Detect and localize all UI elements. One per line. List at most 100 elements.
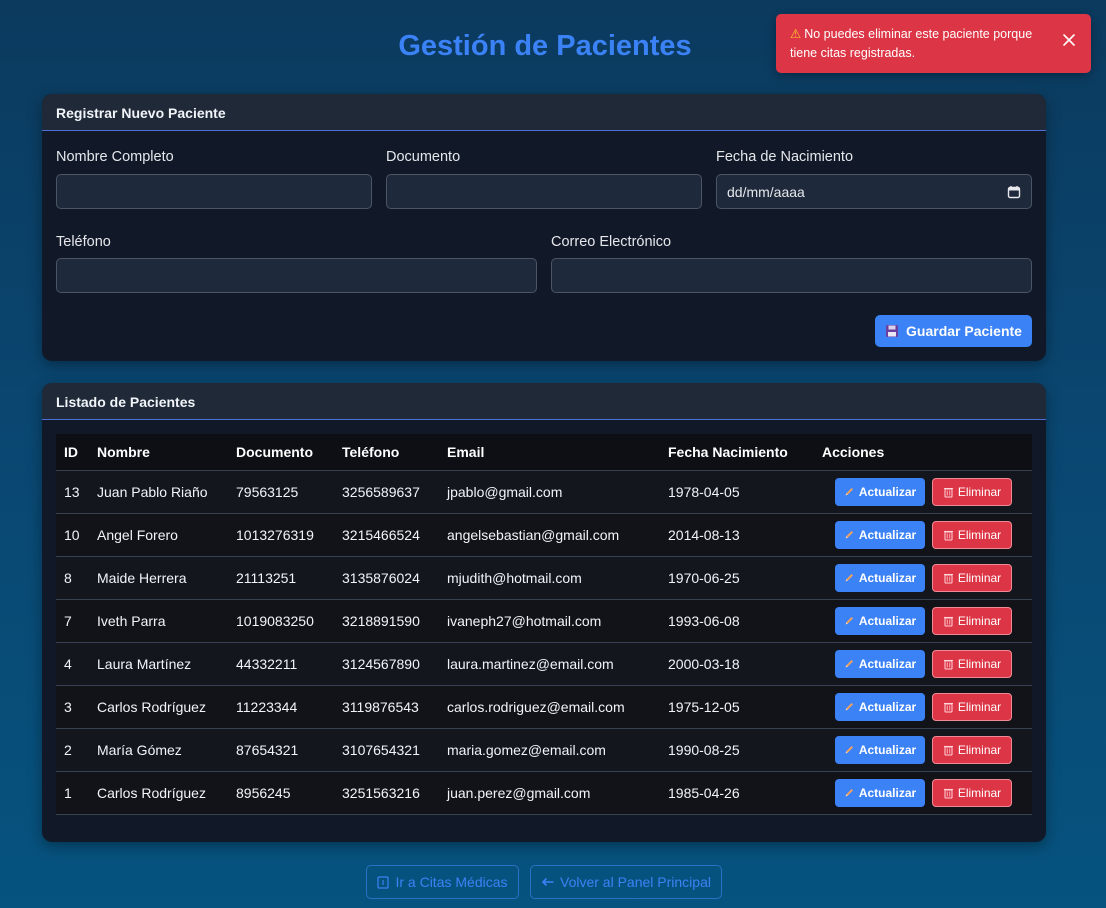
cell-documento: 87654321 (236, 741, 299, 758)
delete-button[interactable]: Eliminar (932, 649, 1012, 678)
patient-list-card: Listado de Pacientes ID Nombre Documento… (42, 383, 1046, 842)
update-button[interactable]: Actualizar (835, 735, 925, 764)
pencil-icon (844, 486, 855, 497)
cell-nombre: Juan Pablo Riaño (97, 483, 208, 500)
cell-id: 10 (64, 526, 80, 543)
cell-email: mjudith@hotmail.com (447, 569, 582, 586)
correo-label: Correo Electrónico (551, 234, 672, 250)
update-button[interactable]: Actualizar (835, 477, 925, 506)
row-actions: Actualizar Eliminar (822, 520, 1032, 549)
row-actions: Actualizar Eliminar (822, 735, 1032, 764)
trash-icon (943, 615, 954, 627)
delete-label: Eliminar (957, 484, 1002, 499)
update-button[interactable]: Actualizar (835, 520, 925, 549)
cell-telefono: 3135876024 (342, 569, 420, 586)
delete-label: Eliminar (957, 742, 1002, 757)
col-header-telefono: Teléfono (342, 443, 400, 460)
citas-label: Ir a Citas Médicas (395, 874, 508, 890)
cell-nombre: Carlos Rodríguez (97, 698, 206, 715)
delete-button[interactable]: Eliminar (932, 606, 1012, 635)
row-actions: Actualizar Eliminar (822, 477, 1032, 506)
row-actions: Actualizar Eliminar (822, 563, 1032, 592)
cell-fecha: 2000-03-18 (668, 655, 740, 672)
cell-nombre: Iveth Parra (97, 612, 166, 629)
trash-icon (943, 572, 954, 584)
delete-button[interactable]: Eliminar (932, 477, 1012, 506)
register-patient-card: Registrar Nuevo Paciente Nombre Completo… (42, 94, 1046, 361)
row-actions: Actualizar Eliminar (822, 692, 1032, 721)
cell-documento: 1019083250 (236, 612, 314, 629)
fecha-nacimiento-input[interactable]: dd/mm/aaaa (716, 174, 1032, 209)
documento-input[interactable] (386, 174, 702, 209)
pencil-icon (844, 572, 855, 583)
delete-button[interactable]: Eliminar (932, 735, 1012, 764)
update-button[interactable]: Actualizar (835, 563, 925, 592)
col-header-documento: Documento (236, 443, 313, 460)
cell-nombre: María Gómez (97, 741, 182, 758)
delete-button[interactable]: Eliminar (932, 563, 1012, 592)
error-toast: ⚠ No puedes eliminar este paciente porque… (776, 14, 1091, 73)
cell-id: 3 (64, 698, 72, 715)
cell-telefono: 3215466524 (342, 526, 420, 543)
trash-icon (943, 658, 954, 670)
list-card-header: Listado de Pacientes (42, 383, 1046, 420)
cell-acciones: Actualizar Eliminar (814, 556, 1032, 599)
cell-nombre: Laura Martínez (97, 655, 192, 672)
telefono-label: Teléfono (56, 234, 111, 250)
update-label: Actualizar (858, 613, 917, 628)
update-button[interactable]: Actualizar (835, 606, 925, 635)
col-header-id: ID (64, 443, 78, 460)
cell-nombre: Angel Forero (97, 526, 178, 543)
correo-input[interactable] (551, 258, 1032, 293)
delete-label: Eliminar (957, 656, 1002, 671)
cell-documento: 44332211 (236, 655, 298, 672)
pencil-icon (844, 744, 855, 755)
cell-nombre: Maide Herrera (97, 569, 187, 586)
trash-icon (943, 787, 954, 799)
go-to-citas-button[interactable]: Ir a Citas Médicas (366, 865, 519, 899)
table-row: 7 Iveth Parra 1019083250 3218891590 ivaneph2… (56, 599, 1032, 642)
table-row: 8 Maide Herrera 21113251 3135876024 mjudith@… (56, 556, 1032, 599)
cell-id: 13 (64, 483, 80, 500)
cell-email: juan.perez@gmail.com (447, 784, 591, 801)
cell-email: maria.gomez@email.com (447, 741, 606, 758)
cell-documento: 21113251 (236, 569, 297, 586)
cell-id: 2 (64, 741, 72, 758)
telefono-input[interactable] (56, 258, 537, 293)
nombre-input[interactable] (56, 174, 372, 209)
pencil-icon (844, 615, 855, 626)
cell-telefono: 3251563216 (342, 784, 420, 801)
cell-fecha: 2014-08-13 (668, 526, 740, 543)
delete-button[interactable]: Eliminar (932, 520, 1012, 549)
calendar-icon[interactable] (1007, 185, 1021, 199)
cell-nombre: Carlos Rodríguez (97, 784, 206, 801)
col-header-nombre: Nombre (97, 443, 150, 460)
save-patient-button[interactable]: Guardar Paciente (875, 315, 1032, 347)
delete-button[interactable]: Eliminar (932, 692, 1012, 721)
cell-email: laura.martinez@email.com (447, 655, 614, 672)
table-header-row: ID Nombre Documento Teléfono Email Fecha… (56, 434, 1032, 470)
cell-documento: 11223344 (236, 698, 298, 715)
cell-acciones: Actualizar Eliminar (814, 513, 1032, 556)
delete-label: Eliminar (957, 613, 1002, 628)
col-header-acciones: Acciones (822, 443, 885, 460)
delete-button[interactable]: Eliminar (932, 778, 1012, 807)
toast-message: No puedes eliminar este paciente porque … (790, 27, 1033, 60)
update-button[interactable]: Actualizar (835, 692, 925, 721)
cell-email: ivaneph27@hotmail.com (447, 612, 602, 629)
update-button[interactable]: Actualizar (835, 778, 925, 807)
delete-label: Eliminar (957, 699, 1002, 714)
delete-label: Eliminar (957, 785, 1002, 800)
documento-label: Documento (386, 149, 461, 165)
update-label: Actualizar (858, 570, 917, 585)
register-card-header: Registrar Nuevo Paciente (42, 94, 1046, 131)
trash-icon (943, 744, 954, 756)
cell-telefono: 3107654321 (342, 741, 420, 758)
close-icon[interactable] (1061, 32, 1077, 48)
cell-acciones: Actualizar Eliminar (814, 642, 1032, 685)
update-label: Actualizar (858, 656, 917, 671)
update-button[interactable]: Actualizar (835, 649, 925, 678)
patients-table: ID Nombre Documento Teléfono Email Fecha… (56, 434, 1032, 815)
row-actions: Actualizar Eliminar (822, 778, 1032, 807)
back-to-panel-button[interactable]: Volver al Panel Principal (530, 865, 722, 899)
